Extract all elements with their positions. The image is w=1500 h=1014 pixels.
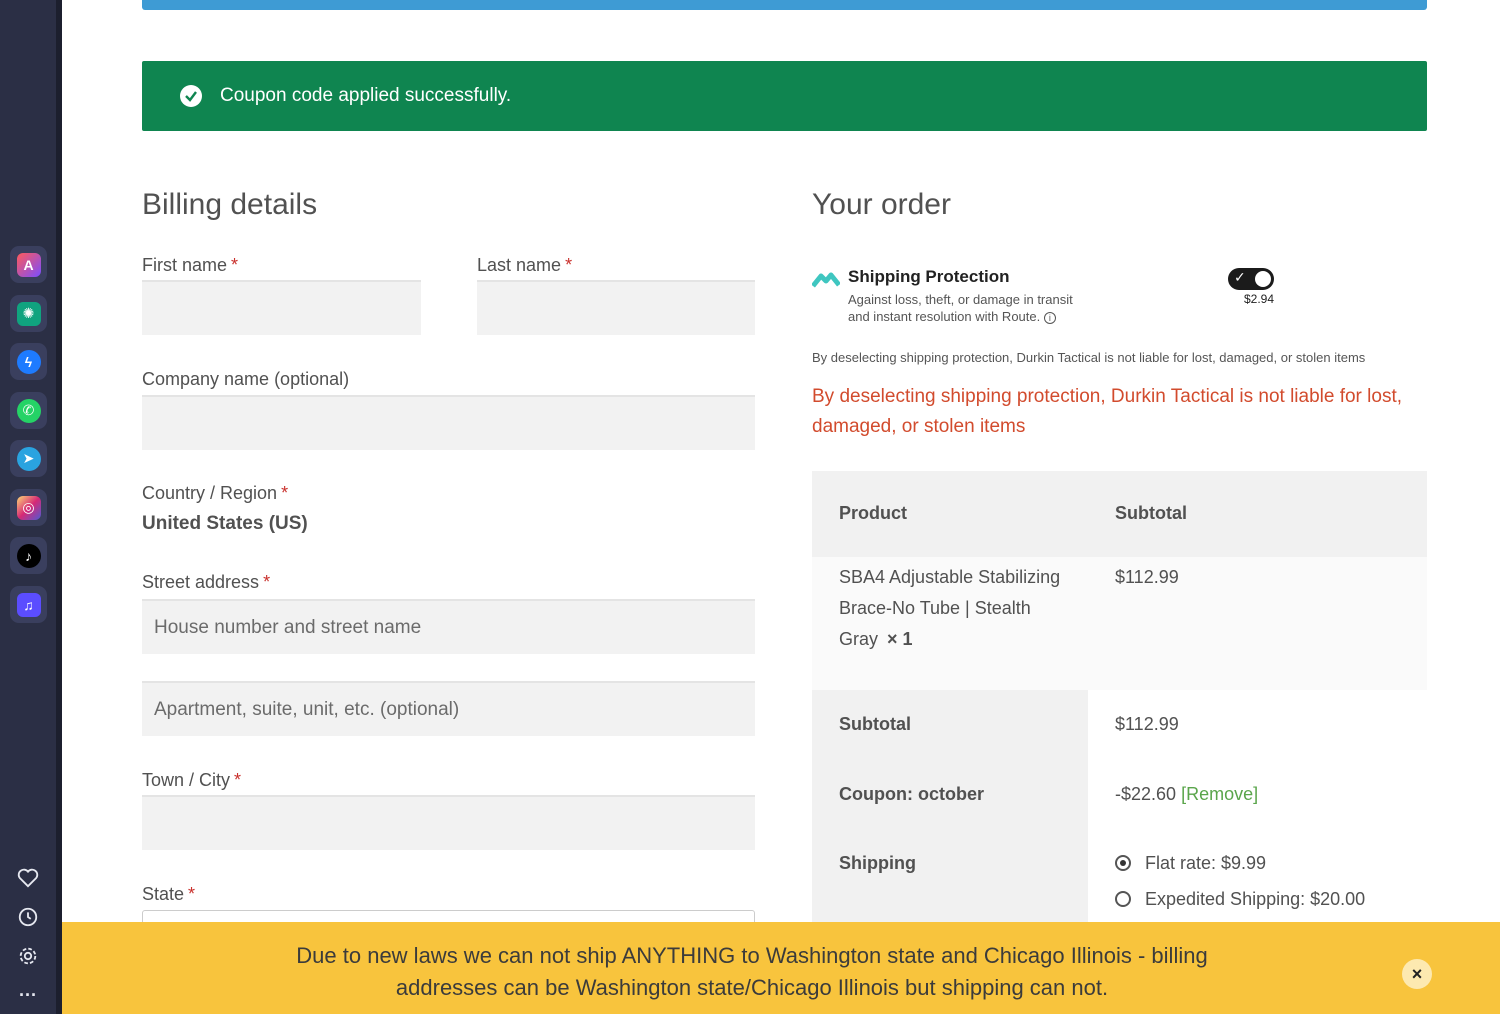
coupon-success-notice: Coupon code applied successfully. — [142, 61, 1427, 131]
country-label: Country / Region * — [142, 483, 289, 503]
coupon-label: Coupon: october — [839, 784, 984, 804]
city-field[interactable] — [142, 795, 755, 850]
protection-desc: Against loss, theft, or damage in transi… — [848, 292, 1073, 324]
player-icon[interactable]: ♫ — [10, 586, 47, 623]
last-name-field[interactable] — [477, 280, 755, 335]
shipping-protection: Shipping Protection Against loss, theft,… — [812, 265, 1292, 335]
apartment-field[interactable]: Apartment, suite, unit, etc. (optional) — [142, 681, 755, 736]
messenger-icon[interactable]: ϟ — [10, 343, 47, 380]
subtotal-value: $112.99 — [1115, 714, 1179, 734]
last-name-label: Last name * — [477, 255, 573, 275]
close-icon[interactable]: × — [1402, 959, 1432, 989]
notice-text: Coupon code applied successfully. — [220, 85, 512, 106]
instagram-icon[interactable]: ◎ — [10, 489, 47, 526]
col-subtotal: Subtotal — [1115, 503, 1187, 523]
company-field[interactable] — [142, 395, 755, 450]
whatsapp-icon[interactable]: ✆ — [10, 392, 47, 429]
product-price: $112.99 — [1115, 567, 1179, 587]
radio-icon[interactable] — [1115, 891, 1131, 907]
clock-icon[interactable] — [14, 903, 42, 931]
table-header: Product Subtotal — [812, 471, 1427, 557]
shipping-option[interactable]: Expedited Shipping: $20.00 — [1115, 884, 1365, 915]
aria-icon[interactable]: A — [10, 246, 47, 283]
order-table: Product Subtotal SBA4 Adjustable Stabili… — [812, 471, 1427, 930]
top-accent-bar — [142, 0, 1427, 10]
checkout-page: Coupon code applied successfully. Billin… — [62, 0, 1500, 1014]
gear-icon[interactable] — [14, 942, 42, 970]
shipping-option[interactable]: Flat rate: $9.99 — [1115, 848, 1266, 879]
company-label: Company name (optional) — [142, 369, 350, 389]
city-label: Town / City * — [142, 770, 242, 790]
coupon-value: -$22.60 [Remove] — [1115, 784, 1259, 804]
shipping-restriction-banner: Due to new laws we can not ship ANYTHING… — [62, 922, 1500, 1014]
first-name-label: First name * — [142, 255, 239, 275]
first-name-field[interactable] — [142, 280, 421, 335]
protection-title: Shipping Protection — [848, 267, 1010, 286]
protection-warning: By deselecting shipping protection, Durk… — [812, 386, 1403, 437]
check-circle-icon — [180, 85, 202, 107]
more-icon[interactable]: ··· — [14, 981, 42, 1009]
route-logo-icon — [812, 272, 840, 288]
subtotal-label: Subtotal — [839, 714, 911, 734]
shipping-label: Shipping — [839, 853, 916, 873]
heart-icon[interactable] — [14, 864, 42, 892]
state-label: State * — [142, 884, 196, 904]
info-icon[interactable]: i — [1043, 312, 1056, 324]
telegram-icon[interactable]: ➤ — [10, 440, 47, 477]
remove-coupon-link[interactable]: [Remove] — [1181, 784, 1258, 804]
protection-price: $2.94 — [1244, 292, 1275, 306]
col-product: Product — [839, 503, 908, 523]
checkmark-icon: ✓ — [1234, 269, 1246, 285]
banner-text: Due to new laws we can not ship ANYTHING… — [296, 943, 1208, 1000]
protection-note: By deselecting shipping protection, Durk… — [812, 350, 1366, 365]
app-sidebar: A ✺ ϟ ✆ ➤ ◎ ♪ ♫ ··· — [0, 0, 62, 1014]
radio-selected-icon[interactable] — [1115, 855, 1131, 871]
chatgpt-icon[interactable]: ✺ — [10, 295, 47, 332]
billing-title: Billing details — [142, 188, 318, 221]
street-label: Street address * — [142, 572, 271, 592]
protection-toggle[interactable]: ✓ — [1228, 268, 1274, 290]
tiktok-icon[interactable]: ♪ — [10, 537, 47, 574]
country-value: United States (US) — [142, 513, 308, 534]
street-field[interactable]: House number and street name — [142, 599, 755, 654]
table-row: SBA4 Adjustable Stabilizing Brace-No Tub… — [812, 557, 1427, 690]
product-name: SBA4 Adjustable Stabilizing Brace-No Tub… — [839, 567, 1061, 649]
order-title: Your order — [812, 188, 951, 221]
